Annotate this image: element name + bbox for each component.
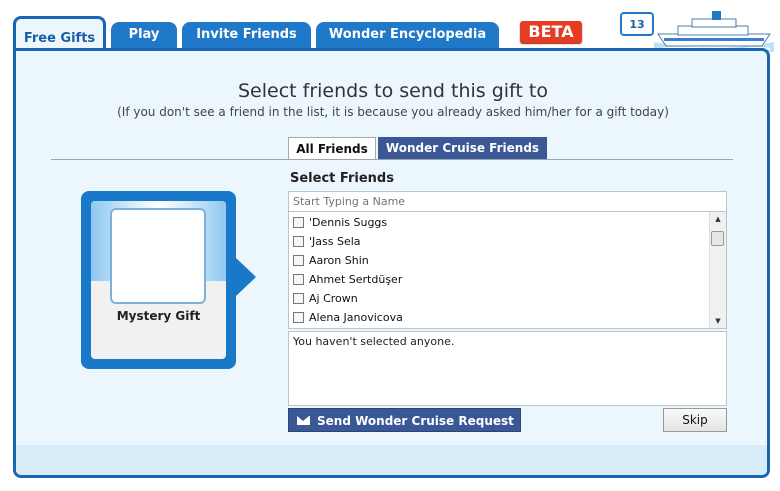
friend-row[interactable]: 'Dennis Suggs — [293, 213, 703, 232]
friend-search-input[interactable] — [288, 191, 727, 212]
selected-status-text: You haven't selected anyone. — [293, 335, 455, 348]
send-request-button[interactable]: Send Wonder Cruise Request — [288, 408, 521, 432]
friend-name: 'Dennis Suggs — [309, 216, 388, 229]
friend-row[interactable]: Aaron Shin — [293, 251, 703, 270]
gift-card: Mystery Gift — [81, 191, 236, 369]
friend-name: Ahmet Sertdüşer — [309, 273, 403, 286]
beta-badge: BETA — [520, 21, 582, 43]
friend-list-scrollbar[interactable]: ▲ ▼ — [709, 212, 726, 328]
friend-checkbox[interactable] — [293, 236, 304, 247]
divider — [51, 159, 733, 160]
gift-panel: Select friends to send this gift to (If … — [13, 48, 770, 478]
scroll-up-icon[interactable]: ▲ — [710, 212, 726, 226]
send-request-label: Send Wonder Cruise Request — [317, 414, 514, 428]
tab-all-friends[interactable]: All Friends — [288, 137, 376, 159]
gift-image — [110, 208, 206, 304]
friend-name: 'Jass Sela — [309, 235, 361, 248]
tab-invite-friends[interactable]: Invite Friends — [182, 22, 311, 48]
friend-row[interactable]: 'Jass Sela — [293, 232, 703, 251]
tab-wonder-encyclopedia[interactable]: Wonder Encyclopedia — [316, 22, 499, 48]
friend-name: Aaron Shin — [309, 254, 369, 267]
envelope-icon — [297, 416, 310, 425]
envelope-icon[interactable]: 13 — [620, 12, 654, 36]
mail-count: 13 — [629, 18, 645, 31]
friend-name: Aj Crown — [309, 292, 358, 305]
selected-friends-box: You haven't selected anyone. — [288, 331, 727, 406]
friend-row[interactable]: Aj Crown — [293, 289, 703, 308]
gift-pointer-arrow — [236, 258, 256, 296]
tab-wonder-cruise-friends[interactable]: Wonder Cruise Friends — [378, 137, 547, 159]
skip-button[interactable]: Skip — [663, 408, 727, 432]
friend-checkbox[interactable] — [293, 217, 304, 228]
tab-play[interactable]: Play — [111, 22, 177, 48]
page-title: Select friends to send this gift to — [238, 80, 548, 102]
scroll-thumb[interactable] — [711, 231, 724, 246]
select-friends-title: Select Friends — [290, 171, 394, 186]
tab-free-gifts[interactable]: Free Gifts — [13, 16, 106, 52]
scroll-down-icon[interactable]: ▼ — [710, 314, 726, 328]
friend-name: Alena Janovicova — [309, 311, 403, 324]
friend-checkbox[interactable] — [293, 255, 304, 266]
friend-row[interactable]: Alena Janovicova — [293, 308, 703, 327]
friend-checkbox[interactable] — [293, 293, 304, 304]
friend-checkbox[interactable] — [293, 274, 304, 285]
top-tab-bar: Free Gifts Play Invite Friends Wonder En… — [0, 0, 780, 52]
gift-label: Mystery Gift — [116, 309, 201, 323]
cruise-ship-icon — [654, 11, 774, 52]
friend-checkbox[interactable] — [293, 312, 304, 323]
friend-list[interactable]: 'Dennis Suggs 'Jass Sela Aaron Shin Ahme… — [288, 212, 727, 329]
page-subtitle: (If you don't see a friend in the list, … — [117, 105, 669, 119]
friend-row[interactable]: Ahmet Sertdüşer — [293, 270, 703, 289]
